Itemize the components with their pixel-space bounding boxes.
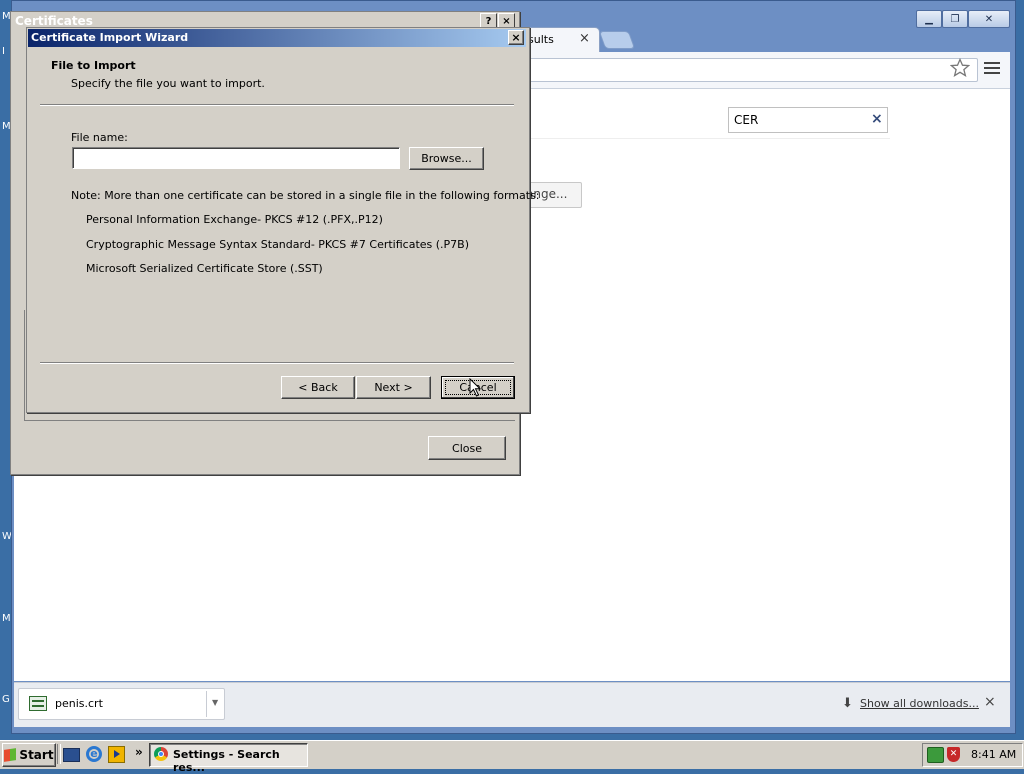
footer-divider — [40, 362, 514, 364]
taskbar-item-chrome[interactable]: Settings - Search res... — [149, 743, 308, 774]
mouse-cursor-icon — [469, 377, 483, 398]
menu-icon[interactable] — [984, 61, 1000, 75]
start-label: Start — [19, 748, 54, 762]
ie-icon[interactable]: e — [86, 746, 102, 762]
media-player-icon[interactable] — [108, 746, 125, 763]
back-label: < Back — [298, 381, 338, 394]
search-input-value[interactable]: CER — [734, 113, 758, 127]
wizard-title: Certificate Import Wizard — [31, 31, 189, 44]
file-icon — [29, 696, 47, 711]
wizard-close-icon[interactable]: × — [508, 30, 524, 45]
quicklaunch-chevron[interactable]: » — [135, 745, 143, 759]
wizard-header-panel — [28, 48, 526, 104]
download-filename: penis.crt — [55, 697, 103, 710]
settings-search-box[interactable]: CER × — [728, 107, 888, 133]
quicklaunch-separator — [57, 744, 61, 764]
content-divider — [528, 138, 890, 139]
maximize-button[interactable]: ❐ — [942, 10, 968, 28]
back-button[interactable]: < Back — [281, 376, 355, 399]
next-button[interactable]: Next > — [356, 376, 431, 399]
search-clear-icon[interactable]: × — [871, 111, 883, 127]
next-label: Next > — [374, 381, 413, 394]
download-divider — [206, 691, 207, 717]
star-icon[interactable] — [949, 57, 971, 78]
file-name-input[interactable] — [72, 147, 400, 169]
clock: 8:41 AM — [971, 748, 1017, 761]
browse-button[interactable]: Browse... — [409, 147, 484, 170]
desktop-label-2: I — [2, 46, 5, 57]
show-desktop-icon[interactable] — [63, 748, 80, 762]
certificates-close-label: Close — [452, 441, 482, 455]
taskbar-item-label: Settings - Search res... — [173, 748, 280, 774]
file-name-label: File name: — [71, 131, 128, 144]
format-pfx: Personal Information Exchange- PKCS #12 … — [86, 213, 383, 226]
wizard-subheading: Specify the file you want to import. — [71, 77, 265, 90]
format-p7b: Cryptographic Message Syntax Standard- P… — [86, 238, 470, 251]
shield-icon[interactable]: ✕ — [947, 747, 960, 762]
download-item[interactable]: penis.crt ▼ — [18, 688, 225, 720]
start-button[interactable]: Start — [2, 743, 56, 767]
windows-flag-icon — [4, 748, 17, 762]
close-window-button[interactable]: ✕ — [968, 10, 1010, 28]
tab-title: sults — [528, 33, 554, 46]
system-tray: ✕ 8:41 AM — [922, 743, 1023, 767]
certificates-close-button[interactable]: Close — [428, 436, 506, 460]
show-all-downloads-link[interactable]: Show all downloads... — [860, 697, 979, 710]
chrome-icon — [154, 747, 168, 761]
browse-label: Browse... — [421, 152, 472, 165]
new-tab-button[interactable] — [598, 31, 636, 49]
minimize-button[interactable]: ▁ — [916, 10, 942, 28]
download-bar-close-icon[interactable]: × — [984, 694, 996, 710]
wizard-heading: File to Import — [51, 59, 136, 72]
format-sst: Microsoft Serialized Certificate Store (… — [86, 262, 323, 275]
desktop-label-6: G — [2, 694, 10, 705]
network-icon[interactable] — [927, 747, 944, 763]
desktop-label-5: M — [2, 613, 11, 624]
certificates-title: Certificates — [15, 14, 93, 28]
chevron-down-icon[interactable]: ▼ — [212, 698, 218, 707]
wizard-title-bar: Certificate Import Wizard — [28, 29, 526, 47]
address-bar[interactable] — [466, 58, 978, 82]
download-arrow-icon: ⬇ — [842, 696, 853, 711]
tab-close-icon[interactable]: × — [579, 31, 590, 46]
header-divider — [40, 104, 514, 106]
formats-note: Note: More than one certificate can be s… — [71, 189, 540, 202]
